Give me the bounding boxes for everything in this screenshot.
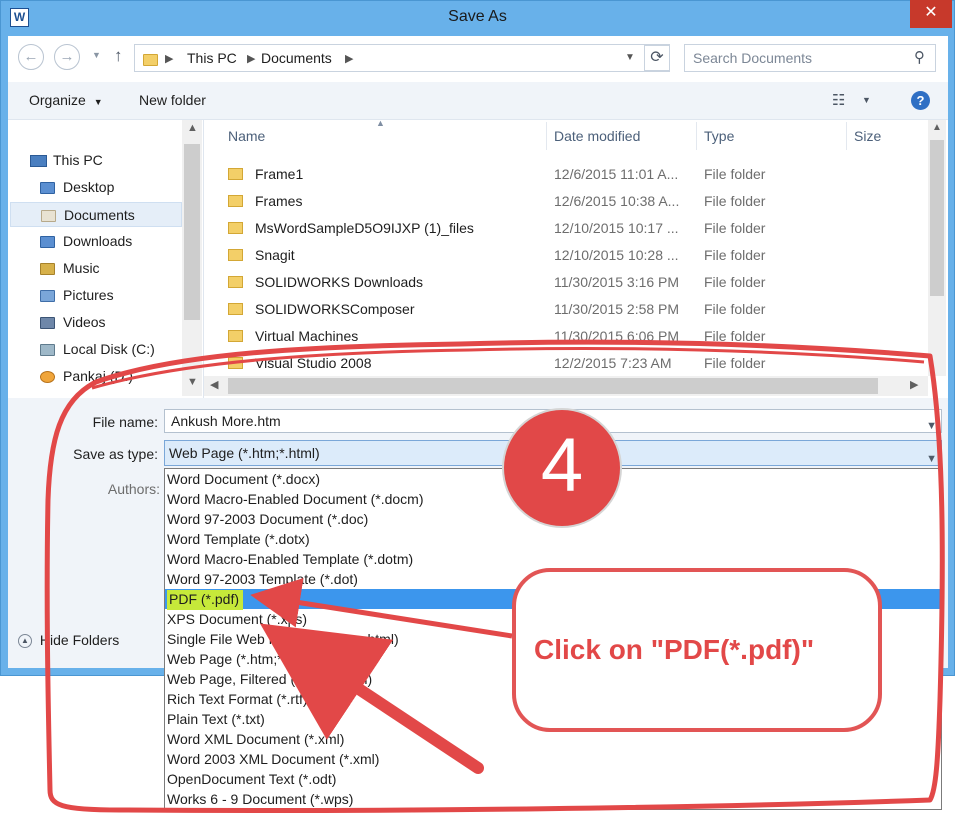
instruction-callout-text: Click on "PDF(*.pdf)"	[534, 634, 815, 665]
annotation-arrow-to-pdf	[250, 577, 513, 639]
step-number-badge: 4	[504, 410, 620, 526]
annotation-arrow-pointer	[259, 623, 484, 774]
